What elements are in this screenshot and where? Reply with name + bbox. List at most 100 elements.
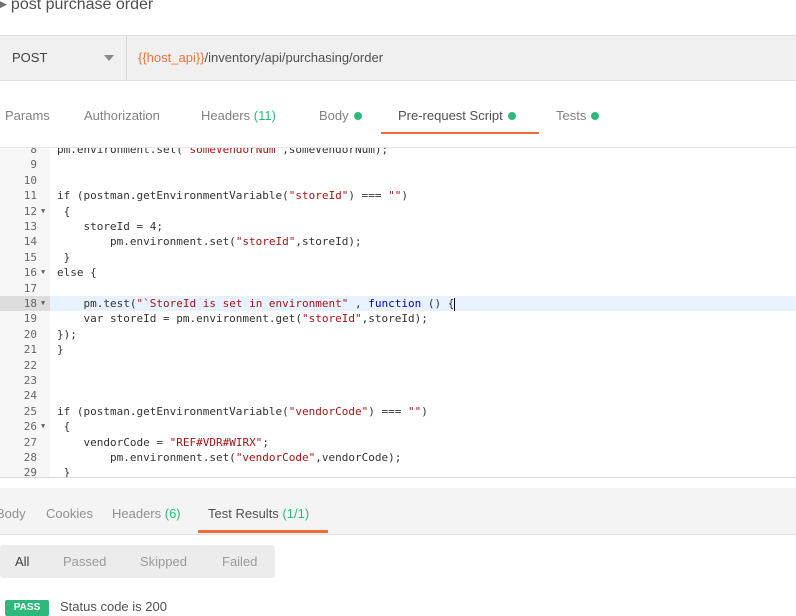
line-number: 23: [23, 374, 37, 387]
tab-body[interactable]: Body: [319, 98, 362, 134]
status-dot-icon: [591, 111, 600, 120]
result-filter-bar: All Passed Skipped Failed: [0, 545, 275, 578]
code-line[interactable]: 8 pm.environment.set("someVendorNum",some…: [0, 147, 796, 158]
test-result-text: Status code is 200: [60, 599, 167, 614]
filter-all[interactable]: All: [15, 545, 29, 578]
code-line[interactable]: 14 pm.environment.set("storeId",storeId)…: [0, 234, 796, 250]
line-number: 16: [23, 266, 37, 280]
line-number: 28: [23, 451, 37, 464]
code-text: }: [57, 343, 64, 357]
code-text: if (postman.getEnvironmentVariable("stor…: [57, 189, 409, 203]
status-dot-icon: [353, 111, 362, 120]
tab-authorization[interactable]: Authorization: [84, 98, 160, 134]
code-line[interactable]: 28 pm.environment.set("vendorCode",vendo…: [0, 450, 796, 466]
code-text: storeId = 4;: [57, 220, 163, 233]
pass-badge: PASS: [5, 600, 49, 616]
line-number: 25: [23, 404, 37, 418]
request-tabs: Params Authorization Headers (11) Body P…: [0, 98, 796, 136]
url-input[interactable]: {{host_api}}/inventory/api/purchasing/or…: [138, 50, 383, 65]
url-bar: POST {{host_api}}/inventory/api/purchasi…: [0, 35, 796, 81]
collapse-caret-icon[interactable]: ▶: [0, 0, 7, 9]
text-cursor: [454, 297, 456, 311]
line-number: 13: [23, 220, 37, 233]
code-line[interactable]: 13 storeId = 4;: [0, 219, 796, 235]
code-line[interactable]: 12 ▼ {: [0, 203, 796, 219]
method-select[interactable]: POST: [0, 36, 127, 80]
line-number: 24: [23, 389, 37, 403]
method-label: POST: [12, 50, 48, 65]
request-name-label: post purchase order: [10, 0, 154, 13]
filter-failed[interactable]: Failed: [222, 545, 257, 578]
tab-headers[interactable]: Headers (11): [201, 98, 276, 134]
line-number: 17: [23, 281, 37, 295]
tab-test-results[interactable]: Test Results (1/1): [208, 488, 309, 532]
tab-params[interactable]: Params: [5, 98, 50, 134]
chevron-down-icon: [104, 55, 114, 61]
line-number: 21: [23, 343, 37, 357]
code-line[interactable]: 10: [0, 172, 796, 189]
tab-response-headers[interactable]: Headers (6): [112, 488, 181, 532]
code-line[interactable]: 24: [0, 388, 796, 404]
code-text: pm.environment.set("someVendorNum",someV…: [57, 147, 389, 156]
code-text: }: [57, 466, 71, 478]
line-number: 29: [23, 466, 37, 478]
code-line[interactable]: 25 if (postman.getEnvironmentVariable("ve…: [0, 403, 796, 420]
code-line[interactable]: 22: [0, 357, 796, 373]
response-headers-count: (6): [164, 506, 181, 521]
line-number: 19: [23, 312, 37, 326]
code-line[interactable]: 17: [0, 280, 796, 296]
code-text: var storeId = pm.environment.get("storeI…: [57, 312, 428, 326]
code-line[interactable]: 18 ▼ pm.test("`StoreId is set in environm…: [0, 296, 796, 312]
tab-response-body[interactable]: Body: [0, 488, 26, 532]
code-text: pm.environment.set("vendorCode",vendorCo…: [57, 451, 402, 464]
code-text: });: [57, 327, 77, 341]
filter-passed[interactable]: Passed: [63, 545, 106, 578]
code-text: vendorCode = "REF#VDR#WIRX";: [57, 435, 269, 449]
script-editor[interactable]: 8 pm.environment.set("someVendorNum",some…: [0, 147, 796, 478]
line-number: 14: [23, 235, 37, 249]
code-text: pm.test("`StoreId is set in environment"…: [57, 297, 456, 311]
fold-arrow-icon[interactable]: ▼: [41, 419, 45, 434]
active-tab-indicator: [381, 132, 539, 134]
url-variable: {{host_api}}: [138, 50, 205, 65]
line-number: 11: [23, 189, 37, 203]
line-number: 18: [23, 297, 37, 310]
line-number: 9: [30, 158, 37, 172]
test-result-row: PASS Status code is 200: [0, 598, 796, 616]
code-line[interactable]: 27 vendorCode = "REF#VDR#WIRX";: [0, 434, 796, 450]
headers-count: (11): [253, 108, 276, 123]
test-results-count: (1/1): [282, 506, 310, 521]
code-line[interactable]: 20});: [0, 326, 796, 343]
line-number: 10: [23, 173, 37, 187]
response-tabs: Body Cookies Headers (6) Test Results (1…: [0, 488, 796, 535]
tab-cookies[interactable]: Cookies: [46, 488, 93, 532]
fold-arrow-icon[interactable]: ▼: [41, 296, 45, 311]
code-line[interactable]: 19 var storeId = pm.environment.get("sto…: [0, 311, 796, 327]
active-response-tab-indicator: [198, 530, 328, 533]
line-number: 26: [23, 420, 37, 434]
url-path: /inventory/api/purchasing/order: [204, 50, 384, 65]
code-text: {: [57, 420, 71, 434]
code-text: }: [57, 250, 71, 264]
code-text: else {: [57, 266, 97, 280]
code-line[interactable]: 11 if (postman.getEnvironmentVariable("st…: [0, 188, 796, 204]
code-line[interactable]: 26 ▼ {: [0, 419, 796, 435]
request-name[interactable]: ▶ post purchase order: [0, 0, 153, 16]
tab-pre-request-script[interactable]: Pre-request Script: [398, 98, 516, 134]
tab-tests[interactable]: Tests: [556, 98, 600, 134]
fold-arrow-icon[interactable]: ▼: [41, 265, 45, 280]
filter-skipped[interactable]: Skipped: [140, 545, 187, 578]
code-line[interactable]: 23: [0, 373, 796, 389]
code-text: {: [57, 204, 71, 218]
code-line[interactable]: 15 }: [0, 249, 796, 266]
line-number: 15: [23, 250, 37, 264]
fold-arrow-icon[interactable]: ▼: [41, 204, 45, 219]
line-number: 22: [23, 358, 37, 372]
line-number: 27: [23, 435, 37, 449]
code-line[interactable]: 29 }: [0, 465, 796, 478]
line-number: 20: [23, 327, 37, 341]
code-line[interactable]: 16 ▼ else {: [0, 265, 796, 281]
status-dot-icon: [507, 111, 516, 120]
code-line[interactable]: 21}: [0, 342, 796, 358]
code-line[interactable]: 9: [0, 157, 796, 173]
